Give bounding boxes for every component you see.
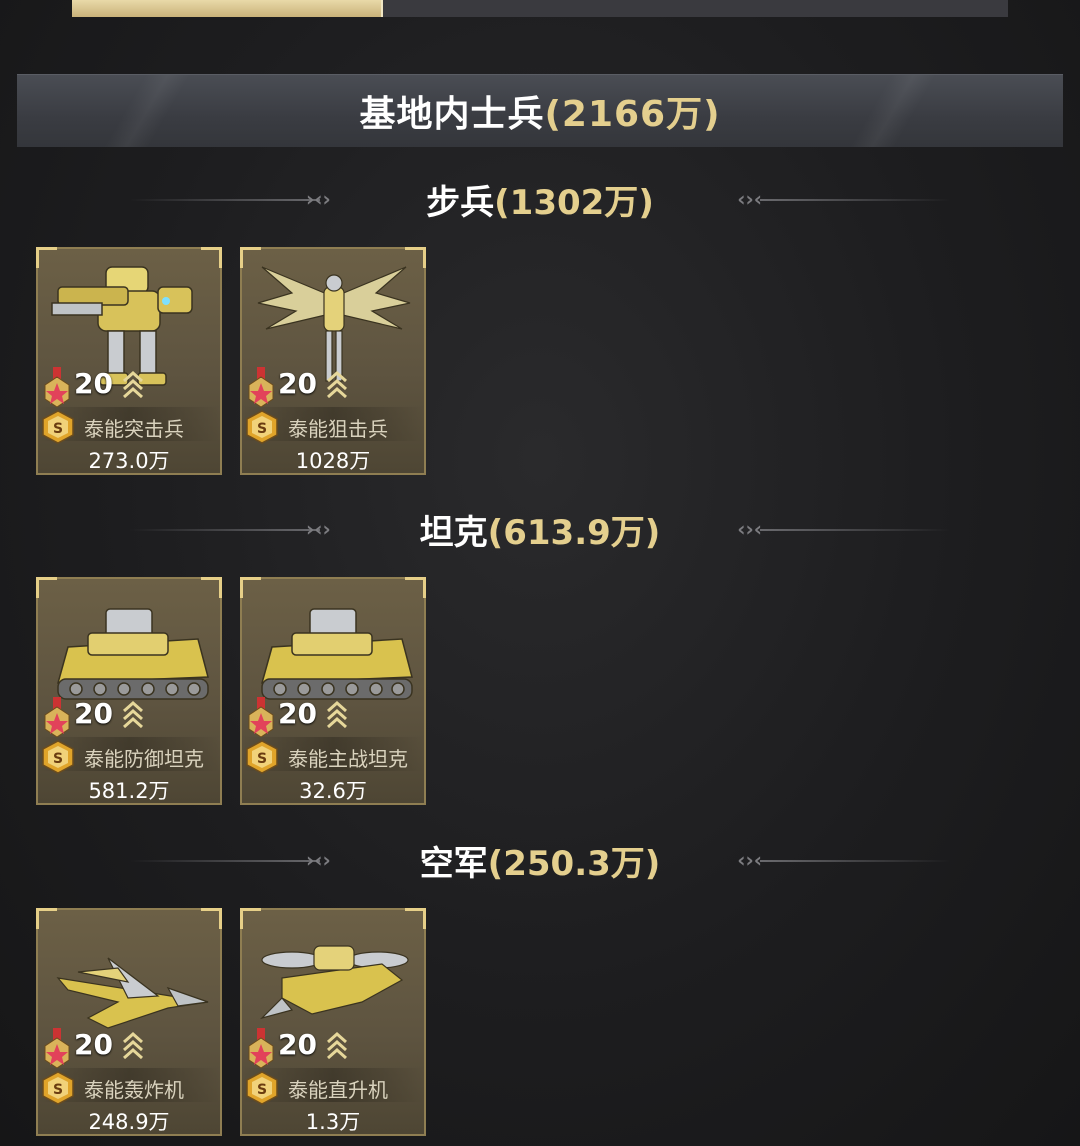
rank-chevron-icon: [326, 699, 348, 729]
section-header-0: ›‹› 步兵(1302万) ‹›‹: [0, 175, 1080, 224]
base-troops-total: 2166万: [561, 94, 704, 135]
base-troops-header: 基地内士兵(2166万): [17, 74, 1063, 147]
paren-close: ): [644, 843, 661, 884]
medal-icon: [42, 367, 72, 408]
paren-open: (: [544, 94, 562, 135]
section-title: 步兵(1302万): [426, 175, 654, 224]
rank-chevron-icon: [122, 1030, 144, 1060]
unit-name: 泰能轰炸机: [84, 1078, 184, 1102]
paren-close: ): [703, 94, 721, 135]
paren-open: (: [487, 512, 504, 553]
divider-line-left: [130, 199, 320, 201]
divider-line-left: [130, 529, 320, 531]
svg-text:S: S: [53, 421, 63, 437]
unit-power: 273.0万: [88, 449, 170, 473]
unit-level: 20: [74, 367, 113, 400]
svg-text:S: S: [257, 1082, 267, 1098]
unit-level: 20: [278, 1028, 317, 1061]
s-rank-badge-icon: S: [244, 1070, 280, 1106]
unit-card[interactable]: 20 S 泰能直升机 1.3万: [240, 908, 426, 1136]
s-rank-badge-icon: S: [244, 409, 280, 445]
section-name: 坦克: [419, 512, 488, 553]
divider-line-left: [130, 860, 320, 862]
section-total: 250.3万: [503, 843, 645, 884]
section-name: 步兵: [426, 182, 495, 223]
arrow-left-icon: ‹›‹: [737, 187, 762, 211]
top-progress-fill: [72, 0, 383, 17]
rank-chevron-icon: [326, 369, 348, 399]
unit-level: 20: [74, 697, 113, 730]
paren-open: (: [494, 182, 510, 223]
top-progress-bar: [72, 0, 1008, 17]
s-rank-badge-icon: S: [40, 1070, 76, 1106]
unit-power: 1028万: [295, 449, 371, 473]
arrow-right-icon: ›‹›: [306, 187, 331, 211]
arrow-left-icon: ‹›‹: [737, 848, 762, 872]
unit-power: 1.3万: [305, 1110, 361, 1134]
base-troops-label: 基地内士兵: [359, 94, 545, 135]
rank-chevron-icon: [326, 1030, 348, 1060]
unit-power: 32.6万: [299, 779, 367, 803]
medal-icon: [246, 367, 276, 408]
medal-icon: [42, 1028, 72, 1069]
divider-line-right: [760, 860, 950, 862]
section-title: 坦克(613.9万): [420, 505, 661, 554]
unit-name: 泰能突击兵: [84, 417, 184, 441]
s-rank-badge-icon: S: [244, 739, 280, 775]
arrow-left-icon: ‹›‹: [737, 517, 762, 541]
unit-card[interactable]: 20 S 泰能主战坦克 32.6万: [240, 577, 426, 805]
unit-card[interactable]: 20 S 泰能突击兵 273.0万: [36, 247, 222, 475]
divider-line-right: [760, 199, 950, 201]
arrow-right-icon: ›‹›: [306, 517, 331, 541]
s-rank-badge-icon: S: [40, 739, 76, 775]
unit-name: 泰能狙击兵: [288, 417, 388, 441]
section-name: 空军: [419, 843, 488, 884]
paren-close: ): [638, 182, 654, 223]
base-troops-title: 基地内士兵(2166万): [359, 85, 720, 137]
svg-text:S: S: [53, 751, 63, 767]
svg-text:S: S: [53, 1082, 63, 1098]
divider-line-right: [760, 529, 950, 531]
section-total: 1302万: [509, 182, 639, 223]
unit-name: 泰能防御坦克: [84, 747, 204, 771]
section-header-1: ›‹› 坦克(613.9万) ‹›‹: [0, 505, 1080, 554]
svg-text:S: S: [257, 751, 267, 767]
section-total: 613.9万: [503, 512, 645, 553]
svg-text:S: S: [257, 421, 267, 437]
unit-card[interactable]: 20 S 泰能防御坦克 581.2万: [36, 577, 222, 805]
medal-icon: [246, 697, 276, 738]
unit-card[interactable]: 20 S 泰能狙击兵 1028万: [240, 247, 426, 475]
paren-open: (: [487, 843, 504, 884]
unit-level: 20: [278, 697, 317, 730]
paren-close: ): [644, 512, 661, 553]
unit-power: 581.2万: [88, 779, 170, 803]
unit-name: 泰能主战坦克: [288, 747, 408, 771]
medal-icon: [246, 1028, 276, 1069]
medal-icon: [42, 697, 72, 738]
unit-name: 泰能直升机: [288, 1078, 388, 1102]
unit-power: 248.9万: [88, 1110, 170, 1134]
arrow-right-icon: ›‹›: [306, 848, 331, 872]
section-title: 空军(250.3万): [420, 836, 661, 885]
section-header-2: ›‹› 空军(250.3万) ‹›‹: [0, 836, 1080, 885]
s-rank-badge-icon: S: [40, 409, 76, 445]
rank-chevron-icon: [122, 369, 144, 399]
rank-chevron-icon: [122, 699, 144, 729]
unit-level: 20: [278, 367, 317, 400]
unit-card[interactable]: 20 S 泰能轰炸机 248.9万: [36, 908, 222, 1136]
unit-level: 20: [74, 1028, 113, 1061]
